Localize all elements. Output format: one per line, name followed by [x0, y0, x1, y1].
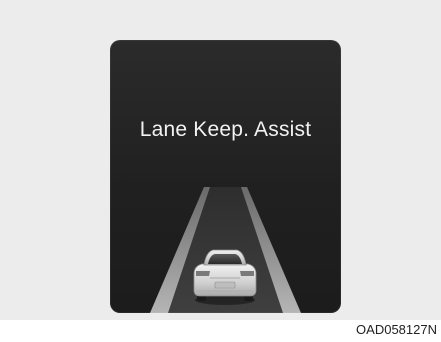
lka-title: Lane Keep. Assist	[139, 118, 312, 141]
figure-code: OAD058127N	[356, 322, 437, 337]
lane-scene	[150, 187, 301, 313]
instrument-cluster-screen: Lane Keep. Assist	[110, 40, 341, 313]
